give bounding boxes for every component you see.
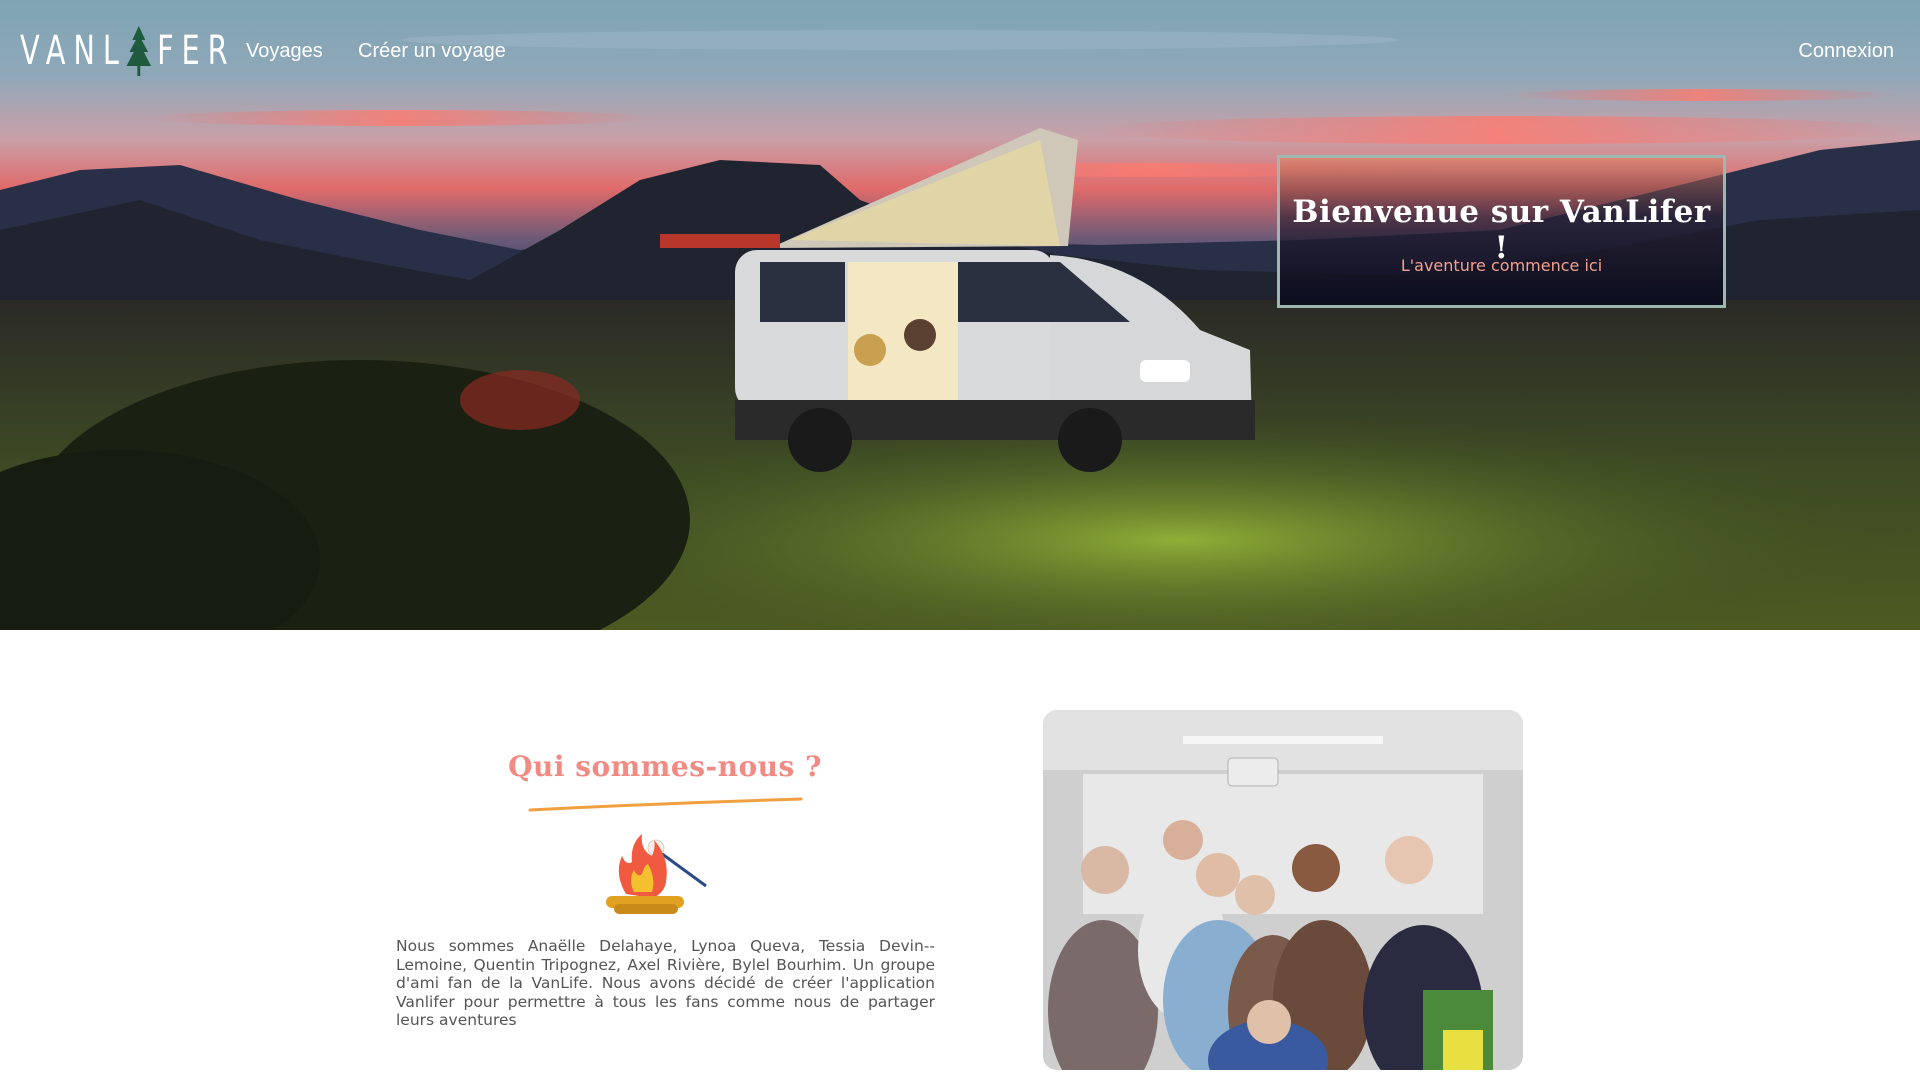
welcome-card: Bienvenue sur VanLifer ! L'aventure comm… xyxy=(1277,155,1726,308)
team-group-photo xyxy=(1043,710,1523,1070)
logo-text-left: VANL xyxy=(20,28,127,74)
nav-link-voyages[interactable]: Voyages xyxy=(246,40,323,63)
vanlifer-logo[interactable]: VANL FER xyxy=(20,26,236,76)
nav-link-create-trip[interactable]: Créer un voyage xyxy=(358,40,506,63)
hero-banner: VANL FER Voyages Créer un voyage Connexi… xyxy=(0,0,1920,630)
logo-text-right: FER xyxy=(157,28,236,74)
welcome-subtitle: L'aventure commence ici xyxy=(1400,256,1603,275)
about-title: Qui sommes-nous ? xyxy=(508,750,822,783)
top-navigation: VANL FER Voyages Créer un voyage Connexi… xyxy=(0,0,1920,108)
campfire-marshmallow-icon xyxy=(606,834,707,914)
login-link[interactable]: Connexion xyxy=(1798,40,1894,63)
title-underline xyxy=(528,797,803,812)
about-description: Nous sommes Anaëlle Delahaye, Lynoa Quev… xyxy=(396,937,935,1029)
pine-tree-icon xyxy=(126,26,152,76)
